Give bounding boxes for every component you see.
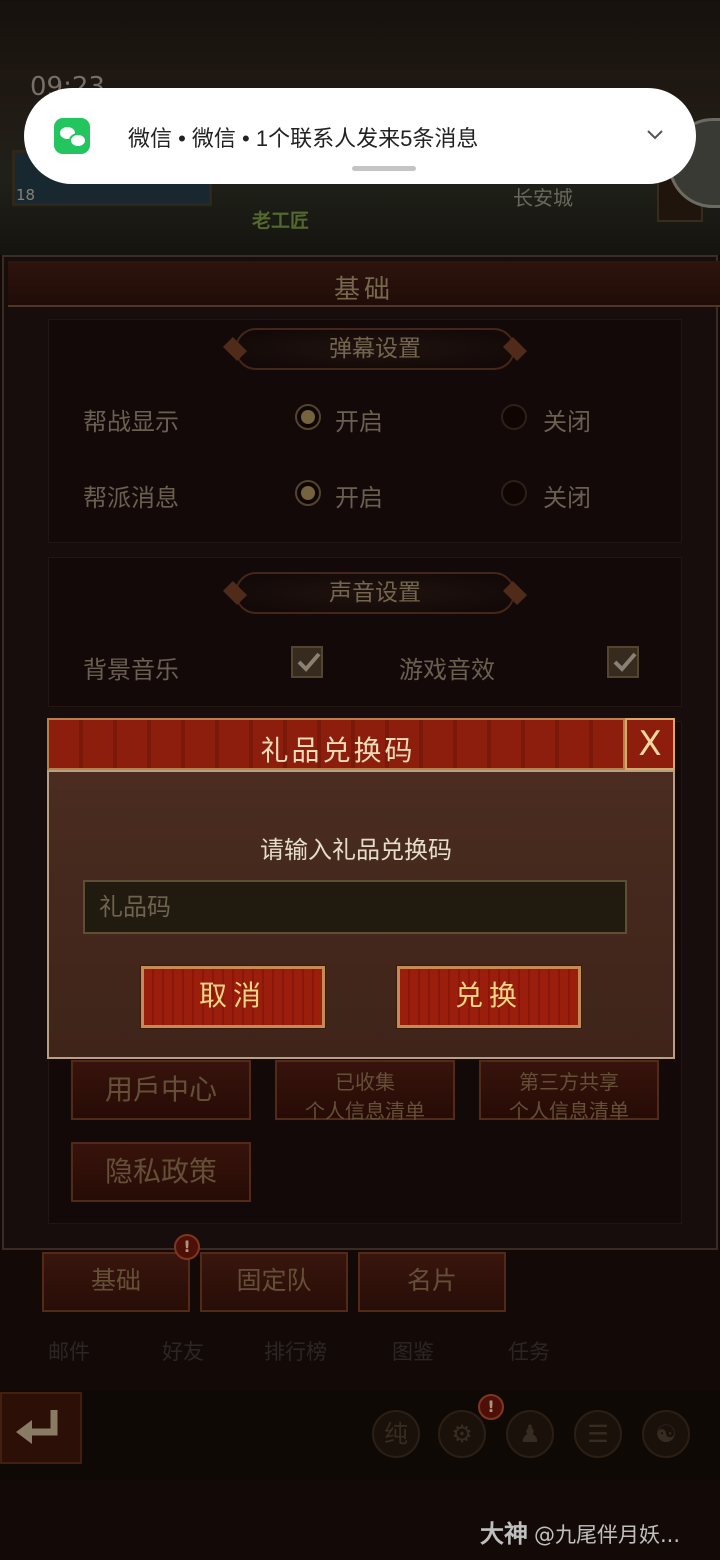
panel-title: 基础 bbox=[333, 275, 394, 305]
danmaku-section-header: 弹幕设置 bbox=[235, 328, 515, 370]
collected-info-list-button[interactable]: 已收集 个人信息清单 bbox=[275, 1060, 455, 1123]
danmaku-settings-section: 弹幕设置 帮战显示 开启 关闭 帮派消息 开启 关闭 bbox=[48, 319, 682, 543]
mask-icon[interactable]: ☯ bbox=[642, 1410, 690, 1458]
watermark: 大神 @九尾伴月妖... bbox=[480, 1514, 680, 1549]
checkmark-icon bbox=[297, 652, 321, 672]
checkmark-icon bbox=[613, 652, 637, 672]
toolbar-alert-badge: ! bbox=[478, 1394, 504, 1420]
guild-war-display-on-label[interactable]: 开启 bbox=[335, 402, 383, 437]
redeem-button[interactable]: 兑换 bbox=[396, 965, 582, 1029]
city-name-label: 长安城 bbox=[513, 186, 573, 210]
guild-war-display-label: 帮战显示 bbox=[83, 408, 179, 436]
third-party-info-line2: 个人信息清单 bbox=[509, 1099, 629, 1123]
tab-basic[interactable]: 基础 bbox=[42, 1252, 190, 1312]
chevron-down-icon[interactable] bbox=[646, 126, 664, 144]
third-party-info-list-button[interactable]: 第三方共享 个人信息清单 bbox=[479, 1060, 659, 1123]
back-arrow-icon bbox=[16, 1410, 58, 1444]
tab-basic-alert-badge: ! bbox=[174, 1234, 200, 1260]
notification-text: 微信 • 微信 • 1个联系人发来5条消息 bbox=[128, 126, 479, 151]
privacy-policy-button[interactable]: 隐私政策 bbox=[71, 1142, 251, 1202]
collected-info-line1: 已收集 bbox=[335, 1070, 395, 1094]
watermark-brand: 大神 bbox=[480, 1520, 528, 1548]
collected-info-line2: 个人信息清单 bbox=[305, 1099, 425, 1123]
gift-code-input[interactable] bbox=[83, 880, 627, 934]
menu-icon[interactable]: ☰ bbox=[574, 1410, 622, 1458]
guild-war-display-on-radio[interactable] bbox=[295, 404, 321, 430]
player-level: 18 bbox=[16, 186, 36, 204]
guild-war-display-off-radio[interactable] bbox=[501, 404, 527, 430]
user-center-button[interactable]: 用戶中心 bbox=[71, 1060, 251, 1120]
sound-section-header: 声音设置 bbox=[235, 572, 515, 614]
nav-codex[interactable]: 图鉴 bbox=[392, 1336, 434, 1366]
gift-code-dialog: 礼品兑换码 X 请输入礼品兑换码 取消 兑换 bbox=[47, 718, 675, 1059]
cancel-button[interactable]: 取消 bbox=[140, 965, 326, 1029]
dialog-body: 请输入礼品兑换码 取消 兑换 bbox=[47, 770, 675, 1059]
watermark-user: @九尾伴月妖... bbox=[534, 1523, 681, 1547]
dialog-title-bar: 礼品兑换码 bbox=[47, 718, 625, 770]
guild-message-on-label[interactable]: 开启 bbox=[335, 478, 383, 513]
third-party-info-line1: 第三方共享 bbox=[519, 1070, 619, 1094]
dialog-title: 礼品兑换码 bbox=[260, 734, 416, 767]
bgm-checkbox[interactable] bbox=[291, 646, 323, 678]
nav-quests[interactable]: 任务 bbox=[508, 1336, 550, 1366]
panel-title-bar: 基础 bbox=[8, 261, 720, 307]
character-icon[interactable]: ♟ bbox=[506, 1410, 554, 1458]
notification-drag-handle[interactable] bbox=[352, 166, 416, 171]
bgm-label: 背景音乐 bbox=[83, 656, 179, 684]
back-button[interactable] bbox=[0, 1392, 82, 1464]
guild-war-display-off-label[interactable]: 关闭 bbox=[543, 402, 591, 437]
gear-icon[interactable]: ⚙ bbox=[438, 1410, 486, 1458]
sound-settings-section: 声音设置 背景音乐 游戏音效 bbox=[48, 557, 682, 707]
notification-banner[interactable]: 微信 • 微信 • 1个联系人发来5条消息 bbox=[24, 88, 696, 184]
tab-fixed-team[interactable]: 固定队 bbox=[200, 1252, 348, 1312]
guild-message-off-label[interactable]: 关闭 bbox=[543, 478, 591, 513]
guild-message-label: 帮派消息 bbox=[83, 484, 179, 512]
wechat-icon bbox=[54, 118, 90, 154]
sfx-label: 游戏音效 bbox=[399, 656, 495, 684]
nav-leaderboard[interactable]: 排行榜 bbox=[264, 1336, 327, 1366]
dialog-prompt: 请输入礼品兑换码 bbox=[260, 836, 452, 864]
guild-message-off-radio[interactable] bbox=[501, 480, 527, 506]
pure-mode-icon[interactable]: 纯 bbox=[372, 1410, 420, 1458]
close-button[interactable]: X bbox=[625, 718, 675, 770]
nav-friends[interactable]: 好友 bbox=[162, 1336, 204, 1366]
npc-name-label[interactable]: 老工匠 bbox=[252, 206, 309, 233]
guild-message-on-radio[interactable] bbox=[295, 480, 321, 506]
nav-mail[interactable]: 邮件 bbox=[48, 1336, 90, 1366]
tab-name-card[interactable]: 名片 bbox=[358, 1252, 506, 1312]
sfx-checkbox[interactable] bbox=[607, 646, 639, 678]
